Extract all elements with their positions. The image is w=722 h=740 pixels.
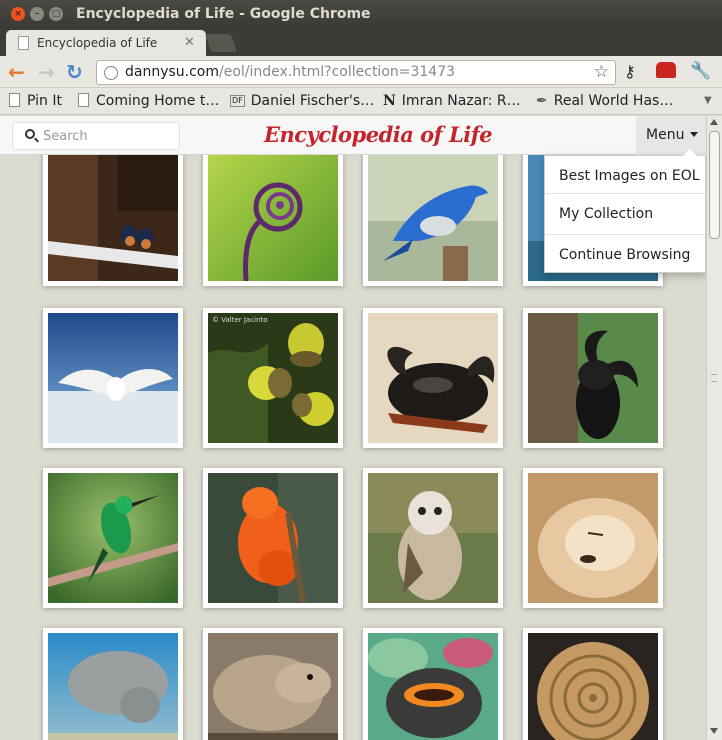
menu-dropdown: Best Images on EOL My Collection Continu… — [544, 149, 706, 275]
photo-barn-swallows — [48, 151, 178, 281]
globe-icon — [104, 66, 118, 80]
bookmark-pin-it[interactable]: Pin It — [9, 92, 62, 111]
close-window-button[interactable]: × — [11, 7, 25, 21]
image-tile[interactable] — [363, 146, 503, 286]
chevron-down-icon[interactable]: ▼ — [704, 95, 712, 106]
photo-ammonite-fossil — [528, 633, 658, 740]
photo-sea-creature — [368, 633, 498, 740]
browser-window: × – □ Encyclopedia of Life - Google Chro… — [0, 0, 722, 740]
image-tile[interactable] — [523, 308, 663, 448]
page-icon — [18, 36, 29, 50]
forward-arrow-icon[interactable]: → — [38, 61, 55, 83]
site-logo[interactable]: Encyclopedia of Life — [264, 118, 493, 152]
image-tile[interactable] — [363, 308, 503, 448]
photo-rhinoceros-beetle-1 — [368, 313, 498, 443]
photo-mountain-bluebird — [368, 151, 498, 281]
minimize-window-button[interactable]: – — [30, 7, 44, 21]
address-text[interactable]: dannysu.com/eol/index.html?collection=31… — [125, 64, 455, 80]
image-tile[interactable] — [43, 468, 183, 608]
image-tile[interactable] — [363, 628, 503, 740]
key-icon[interactable]: ⚷ — [624, 62, 636, 81]
new-tab-button[interactable] — [204, 34, 238, 52]
image-tile[interactable] — [43, 146, 183, 286]
photo-manatee — [48, 633, 178, 740]
photo-fox-pup — [528, 473, 658, 603]
bookmark-real-world-haskell[interactable]: ✒ Real World Has… — [536, 92, 673, 111]
image-tile[interactable] — [523, 468, 663, 608]
photo-hummingbird — [48, 473, 178, 603]
menu-item-best-images[interactable]: Best Images on EOL — [545, 156, 705, 196]
window-title: Encyclopedia of Life - Google Chrome — [76, 6, 371, 22]
feather-icon: ✒ — [536, 93, 548, 109]
photo-cock-of-the-rock — [208, 473, 338, 603]
df-icon: DF — [230, 95, 245, 107]
bookmark-daniel-fischer[interactable]: DF Daniel Fischer's… — [230, 92, 374, 111]
image-tile[interactable] — [43, 308, 183, 448]
photo-rhinoceros-beetle-2 — [528, 313, 658, 443]
search-input[interactable] — [43, 126, 173, 146]
bookmark-imran-nazar[interactable]: N Imran Nazar: R… — [383, 92, 521, 111]
tab-encyclopedia-of-life[interactable]: Encyclopedia of Life ✕ — [6, 30, 206, 56]
menu-item-continue-browsing[interactable]: Continue Browsing — [545, 235, 705, 275]
scrollbar-grip — [711, 374, 717, 382]
bookmarks-bar: Pin It Coming Home t… DF Daniel Fischer's… — [0, 88, 722, 115]
search-box[interactable] — [12, 122, 180, 150]
maximize-window-button[interactable]: □ — [49, 7, 63, 21]
n-icon: N — [383, 93, 396, 109]
scrollbar-thumb[interactable] — [709, 131, 720, 239]
image-tile[interactable] — [43, 628, 183, 740]
menu-item-my-collection[interactable]: My Collection — [545, 194, 705, 234]
extension-icon[interactable] — [656, 62, 676, 78]
page-viewport: Encyclopedia of Life Menu Best Images on… — [0, 116, 706, 740]
image-tile[interactable]: © Valter Jacinto — [203, 308, 343, 448]
reload-icon[interactable]: ↻ — [66, 61, 83, 83]
bookmark-star-icon[interactable]: ☆ — [594, 62, 609, 82]
tab-label: Encyclopedia of Life — [37, 36, 158, 50]
caret-down-icon — [690, 132, 699, 137]
address-bar[interactable]: dannysu.com/eol/index.html?collection=31… — [96, 60, 616, 85]
close-tab-icon[interactable]: ✕ — [184, 30, 195, 56]
vertical-scrollbar[interactable] — [706, 116, 722, 740]
wrench-icon[interactable]: 🔧 — [690, 61, 711, 81]
navigation-toolbar: ← → ↻ dannysu.com/eol/index.html?collect… — [0, 56, 722, 88]
bookmark-coming-home[interactable]: Coming Home t… — [78, 92, 219, 111]
photo-snowy-owl — [48, 313, 178, 443]
image-tile[interactable] — [203, 146, 343, 286]
search-icon — [25, 129, 35, 139]
scroll-up-icon[interactable] — [710, 119, 718, 125]
photo-caption: © Valter Jacinto — [212, 316, 267, 324]
photo-owl-chick — [368, 473, 498, 603]
image-tile[interactable] — [523, 628, 663, 740]
tab-strip: Encyclopedia of Life ✕ — [0, 28, 722, 56]
page-header: Encyclopedia of Life Menu — [0, 116, 706, 155]
image-tile[interactable] — [363, 468, 503, 608]
page-icon — [9, 93, 20, 107]
image-tile[interactable] — [203, 628, 343, 740]
title-bar: × – □ Encyclopedia of Life - Google Chro… — [0, 0, 722, 28]
photo-acorns: © Valter Jacinto — [208, 313, 338, 443]
photo-fern-fiddlehead — [208, 151, 338, 281]
back-arrow-icon[interactable]: ← — [8, 61, 25, 83]
image-tile[interactable] — [203, 468, 343, 608]
page-icon — [78, 93, 89, 107]
scroll-down-icon[interactable] — [710, 728, 718, 734]
photo-rodent — [208, 633, 338, 740]
